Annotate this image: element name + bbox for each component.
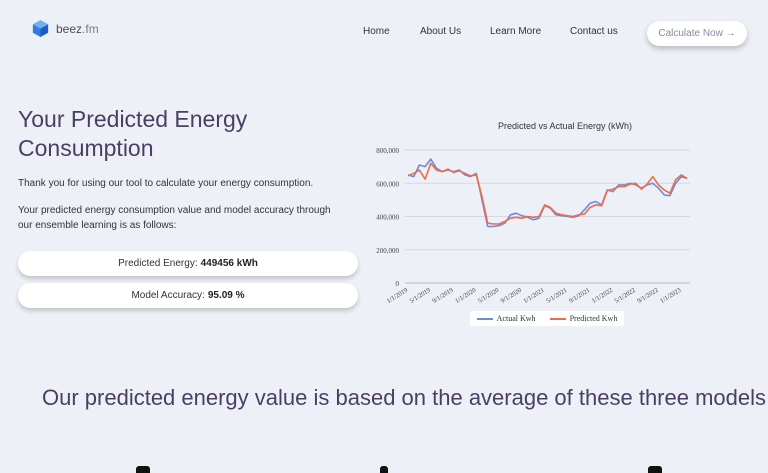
model-accuracy-value: 95.09 % [207, 290, 245, 301]
nav-learn-more[interactable]: Learn More [490, 26, 541, 37]
x-tick-label: 1/1/2019 [386, 287, 409, 305]
y-tick-label: 200,000 [376, 247, 399, 255]
y-tick-label: 0 [396, 280, 400, 288]
x-tick-label: 9/1/2020 [500, 287, 523, 305]
calculate-now-button[interactable]: Calculate Now → [647, 21, 747, 46]
x-tick-label: 1/1/2020 [454, 287, 477, 305]
x-tick-label: 5/1/2022 [613, 287, 636, 305]
models-section-heading: Our predicted energy value is based on t… [42, 385, 767, 410]
x-tick-label: 9/1/2022 [636, 287, 659, 305]
model-accuracy-label: Model Accuracy: [131, 290, 205, 301]
model-icon-peek [380, 466, 388, 473]
predicted-energy-card: Predicted Energy: 449456 kWh [18, 251, 358, 276]
thank-you-text: Thank you for using our tool to calculat… [18, 178, 314, 189]
x-tick-label: 5/1/2021 [545, 287, 568, 305]
y-tick-label: 400,000 [376, 214, 399, 222]
nav-about-us[interactable]: About Us [420, 26, 461, 37]
x-tick-label: 1/1/2022 [591, 287, 614, 305]
x-tick-label: 1/1/2021 [522, 287, 545, 305]
legend-actual: Actual Kwh [476, 314, 536, 323]
x-tick-label: 9/1/2019 [431, 287, 454, 305]
predicted-energy-value: 449456 kWh [200, 258, 258, 269]
nav-contact-us[interactable]: Contact us [570, 26, 618, 37]
energy-chart: 0200,000400,000600,000800,0001/1/2019 5/1… [376, 147, 690, 305]
x-tick-label: 9/1/2021 [568, 287, 591, 305]
model-icon-peek [648, 466, 662, 473]
x-tick-label: 5/1/2019 [409, 287, 432, 305]
x-tick-label: 1/1/2023 [659, 287, 682, 305]
header: beez.fm Home About Us Learn More Contact… [0, 0, 768, 64]
legend-predicted: Predicted Kwh [549, 314, 617, 323]
y-tick-label: 600,000 [376, 180, 399, 188]
nav-home[interactable]: Home [363, 26, 390, 37]
predicted-energy-label: Predicted Energy: [118, 258, 198, 269]
y-tick-label: 800,000 [376, 147, 399, 155]
description-text: Your predicted energy consumption value … [18, 205, 331, 231]
model-accuracy-card: Model Accuracy: 95.09 % [18, 283, 358, 308]
page-title: Your Predicted Energy Consumption [18, 106, 248, 161]
chart-legend: Actual Kwh Predicted Kwh [470, 311, 624, 326]
x-tick-label: 5/1/2020 [477, 287, 500, 305]
series-line-predicted [407, 162, 688, 225]
chart-title: Predicted vs Actual Energy (kWh) [497, 121, 633, 131]
model-icon-peek [136, 466, 150, 473]
